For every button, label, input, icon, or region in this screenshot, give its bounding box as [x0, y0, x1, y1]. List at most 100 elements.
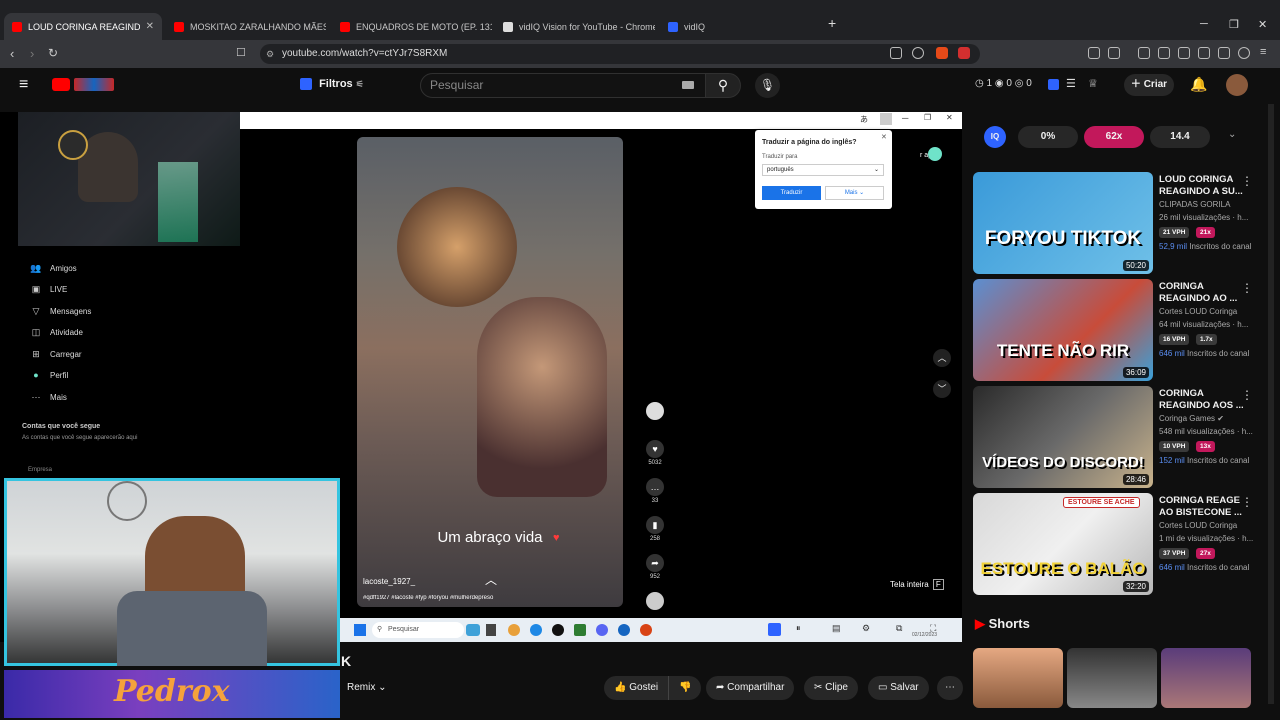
tiktok-video[interactable]: Um abraço vida ♥ lacoste_1927_ ︿ #qdff19…	[357, 137, 623, 607]
minimize-icon[interactable]	[880, 113, 892, 125]
tab-vidiq[interactable]: vidIQ	[660, 13, 820, 40]
thumbnail[interactable]: VÍDEOS DO DISCORD! 28:46	[973, 386, 1153, 488]
recommendation-card[interactable]: FORYOU TIKTOK 50:20 LOUD CORINGA REAGIND…	[973, 172, 1270, 276]
create-button[interactable]: ＋ Criar	[1124, 74, 1174, 96]
close-icon[interactable]: ✕	[140, 21, 154, 32]
brave-shield-icon[interactable]	[936, 47, 948, 59]
scrollbar[interactable]	[1268, 104, 1274, 704]
new-tab-button[interactable]: +	[828, 15, 836, 31]
share-action[interactable]: ➦ 952	[642, 554, 668, 580]
save-action[interactable]: ▮ 258	[642, 516, 668, 542]
reload-icon[interactable]: ↻	[48, 46, 58, 60]
app-icon[interactable]	[466, 624, 480, 636]
tab-icon[interactable]	[1108, 47, 1120, 59]
alert-icon[interactable]	[958, 47, 970, 59]
remix-button[interactable]: Remix ⌄	[341, 676, 397, 700]
more-vert-icon[interactable]: ⋮	[1241, 281, 1253, 295]
clip-button[interactable]: ✂ Clipe	[804, 676, 858, 700]
chevron-down-icon[interactable]: ﹀	[933, 380, 951, 398]
hamburger-menu-icon[interactable]: ≡	[19, 76, 28, 94]
vidiq-icon[interactable]	[1048, 79, 1059, 90]
fullscreen-icon[interactable]: ⛶	[930, 623, 936, 634]
vidiq-value[interactable]: 14.4	[1150, 126, 1210, 148]
extensions-icon[interactable]	[1088, 47, 1100, 59]
music-disc[interactable]	[642, 592, 668, 612]
chevron-up-icon[interactable]: ︿	[933, 349, 951, 367]
channel-name[interactable]: CLIPADAS GORILA	[1159, 200, 1230, 209]
nav-live[interactable]: ▣ LIVE	[30, 284, 68, 295]
video-title[interactable]: CORINGA REAGINDO AO ...	[1159, 281, 1251, 305]
keyboard-icon[interactable]	[682, 81, 694, 89]
notifications-icon[interactable]: 🔔	[1190, 76, 1207, 93]
tiktok-username[interactable]: lacoste_1927_	[363, 577, 415, 586]
download-icon[interactable]	[1138, 47, 1150, 59]
nav-carregar[interactable]: ⊞ Carregar	[30, 349, 81, 360]
more-vert-icon[interactable]: ⋮	[1241, 174, 1253, 188]
recommendation-card[interactable]: TENTE NÃO RIR 36:09 CORINGA REAGINDO AO …	[973, 279, 1270, 383]
discord-icon[interactable]	[596, 624, 608, 636]
dislike-button[interactable]: 👎	[668, 676, 702, 700]
comment-action[interactable]: … 33	[642, 478, 668, 504]
short-thumbnail[interactable]	[973, 648, 1063, 708]
list-icon[interactable]: ☰	[1066, 77, 1076, 90]
app-icon[interactable]	[486, 624, 496, 636]
tab-vidiq-vision[interactable]: vidIQ Vision for YouTube - Chrome W...	[495, 13, 655, 40]
history-icon[interactable]	[1158, 47, 1170, 59]
more-vert-icon[interactable]: ⋮	[1241, 495, 1253, 509]
nav-atividade[interactable]: ◫ Atividade	[30, 327, 83, 338]
close-window-icon[interactable]: ✕	[1258, 18, 1267, 31]
minimize-icon[interactable]: ─	[902, 113, 908, 123]
video-title[interactable]: CORINGA REAGINDO AOS ...	[1159, 388, 1251, 412]
restore-icon[interactable]: ❐	[924, 113, 931, 122]
folder-icon[interactable]	[508, 624, 520, 636]
nav-perfil[interactable]: ● Perfil	[30, 370, 68, 380]
sidebar-icon[interactable]	[1178, 47, 1190, 59]
bookmark-icon[interactable]: ☐	[236, 46, 246, 59]
vidiq-score[interactable]: 0%	[1018, 126, 1078, 148]
translate-button[interactable]: Traduzir	[762, 186, 821, 200]
avatar[interactable]	[1226, 74, 1248, 96]
recommendation-card[interactable]: ESTOURE SE ACHE ESTOURE O BALÃO 32:20 CO…	[973, 493, 1270, 597]
share-button[interactable]: ➦ Compartilhar	[706, 676, 795, 700]
thumbnail[interactable]: TENTE NÃO RIR 36:09	[973, 279, 1153, 381]
pause-icon[interactable]: ⏸	[796, 623, 801, 634]
site-info-icon[interactable]: ⚙	[266, 44, 274, 64]
app-icon[interactable]	[574, 624, 586, 636]
trophy-icon[interactable]: ♕	[1088, 77, 1098, 90]
language-select[interactable]: português ⌄	[762, 164, 884, 176]
tab-enquadros[interactable]: ENQUADROS DE MOTO (EP. 131) - Yo...	[332, 13, 492, 40]
more-vert-icon[interactable]: ⋮	[1241, 388, 1253, 402]
short-thumbnail[interactable]	[1161, 648, 1251, 708]
vidiq-icon[interactable]: IQ	[984, 126, 1006, 148]
forward-icon[interactable]: ›	[30, 46, 34, 61]
minimize-icon[interactable]: ─	[1200, 18, 1208, 30]
like-action[interactable]: ♥ 5032	[642, 440, 668, 466]
toggle-icon[interactable]	[928, 147, 942, 161]
search-button[interactable]: ⚲	[705, 73, 741, 98]
nav-mais[interactable]: ⋯ Mais	[30, 392, 67, 403]
thumbnail[interactable]: ESTOURE SE ACHE ESTOURE O BALÃO 32:20	[973, 493, 1153, 595]
restore-icon[interactable]: ❐	[1229, 18, 1239, 31]
tab-moskitao[interactable]: MOSKITAO ZARALHANDO MÃES SO...	[166, 13, 326, 40]
thumbnail[interactable]: FORYOU TIKTOK 50:20	[973, 172, 1153, 274]
video-title[interactable]: LOUD CORINGA REAGINDO A SU...	[1159, 174, 1251, 198]
nav-mensagens[interactable]: ▽ Mensagens	[30, 306, 92, 317]
vpn-icon[interactable]	[1238, 47, 1250, 59]
tab-loud-coringa[interactable]: LOUD CORINGA REAGINDO A... ✕	[4, 13, 162, 40]
nav-amigos[interactable]: 👥 Amigos	[30, 263, 76, 274]
like-button[interactable]: 👍 Gostei	[604, 676, 669, 700]
more-button[interactable]: Mais ⌄	[825, 186, 884, 200]
close-icon[interactable]: ✕	[946, 113, 953, 122]
subtitles-icon[interactable]: ▤	[832, 623, 841, 634]
creator-avatar[interactable]	[642, 402, 668, 422]
url-field[interactable]: ⚙ youtube.com/watch?v=ctYJr7S8RXM	[260, 44, 980, 64]
miniplayer-icon[interactable]: ⧉	[896, 623, 902, 634]
settings-icon[interactable]: ⚙	[862, 623, 870, 634]
channel-name[interactable]: Cortes LOUD Coringa	[1159, 307, 1237, 316]
channel-name[interactable]: Cortes LOUD Coringa	[1159, 521, 1237, 530]
filters-button[interactable]: Filtros ⚟	[300, 78, 364, 91]
share-icon[interactable]	[912, 47, 924, 59]
vidiq-multiplier[interactable]: 62x	[1084, 126, 1144, 148]
wallet-icon[interactable]	[1198, 47, 1210, 59]
back-icon[interactable]: ‹	[10, 46, 14, 61]
